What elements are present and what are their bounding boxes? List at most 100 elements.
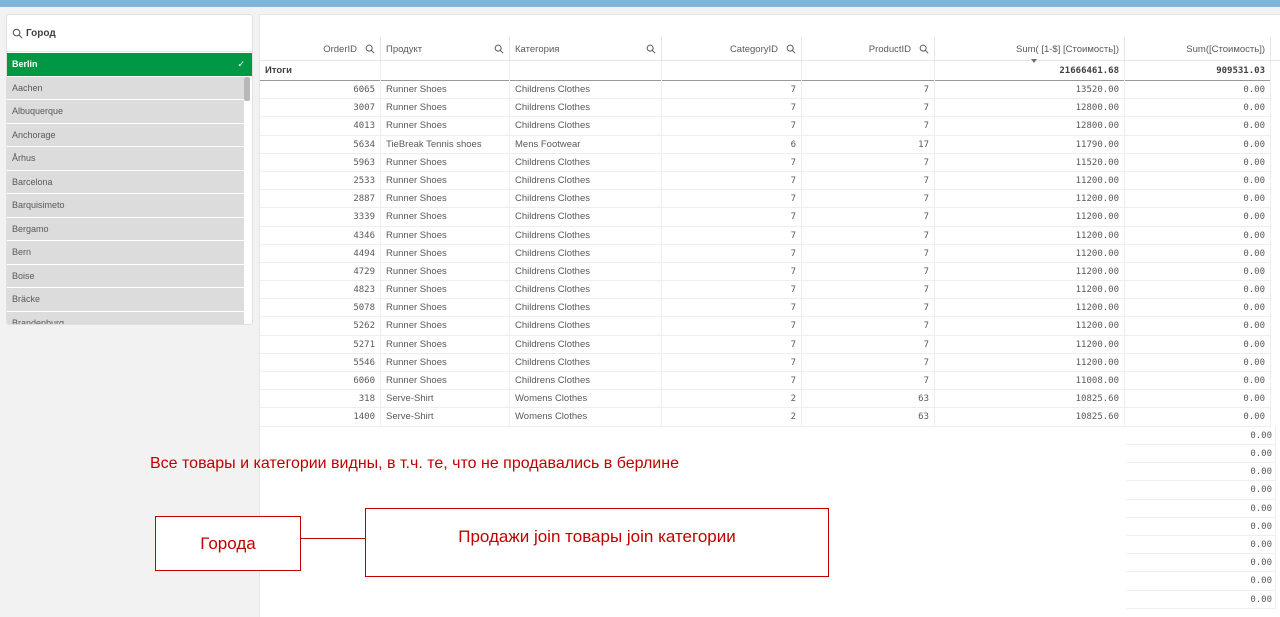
table-row[interactable]: 4013 Runner Shoes Childrens Clothes 7 7 12800… [260,117,1271,136]
table-cell: Childrens Clothes [510,317,662,336]
column-header[interactable]: Категория [510,37,662,61]
filter-item[interactable]: Boise [7,264,244,288]
table-cell: 7 [802,335,935,354]
table-cell: 4729 [260,262,381,281]
city-filter-title: Город [26,27,56,39]
filter-item[interactable]: Brandenburg [7,311,244,324]
column-header[interactable]: CategoryID [662,37,802,61]
city-filter-header[interactable]: Город [7,15,252,52]
filter-item[interactable]: Bräcke [7,288,244,312]
table-cell: 7 [802,372,935,390]
filter-item-label: Albuquerque [12,106,64,116]
city-filter-list[interactable]: Berlin ✓ Aachen Albuquerque Anchorage Århus Ba… [7,53,252,324]
table-cell: Runner Shoes [381,208,510,227]
column-header-label: Продукт [386,43,423,55]
table-cell: Childrens Clothes [510,353,662,372]
filter-item[interactable]: Aachen [7,76,244,100]
column-header[interactable]: Sum([Стоимость]) [1125,37,1271,61]
table-row[interactable]: 5262 Runner Shoes Childrens Clothes 7 7 11200… [260,317,1271,336]
table-row[interactable]: 5078 Runner Shoes Childrens Clothes 7 7 11200… [260,299,1271,318]
table-cell: 17 [802,135,935,154]
table-cell-obscured-row: 0.00 [1126,481,1276,500]
table-row[interactable]: 3007 Runner Shoes Childrens Clothes 7 7 12800… [260,99,1271,118]
column-header[interactable]: Sum( [1-$] [Стоимость]) [935,37,1125,61]
column-header[interactable]: ProductID [802,37,935,61]
table-cell: 7 [662,317,802,336]
totals-cell: 909531.03 [1125,61,1271,81]
table-cell: 0.00 [1125,262,1271,281]
table-row[interactable]: 4494 Runner Shoes Childrens Clothes 7 7 11200… [260,244,1271,263]
table-cell: TieBreak Tennis shoes [381,135,510,154]
filter-item[interactable]: Bern [7,241,244,265]
table-cell: 3339 [260,208,381,227]
table-cell: 4823 [260,281,381,300]
totals-cell [662,61,802,81]
table-cell: 6065 [260,81,381,99]
table-cell: 2 [662,408,802,427]
filter-item[interactable]: Barcelona [7,170,244,194]
filter-item[interactable]: Anchorage [7,123,244,147]
table-row[interactable]: 3339 Runner Shoes Childrens Clothes 7 7 11200… [260,208,1271,227]
table-cell: Runner Shoes [381,153,510,172]
table-cell: Runner Shoes [381,335,510,354]
table-cell: 7 [802,262,935,281]
filter-item[interactable]: Barquisimeto [7,194,244,218]
sort-descending-icon[interactable] [1031,59,1037,63]
table-row[interactable]: 5963 Runner Shoes Childrens Clothes 7 7 11520… [260,153,1271,172]
table-cell: 10825.60 [935,390,1125,409]
column-search-icon[interactable] [919,44,929,54]
table-cell: 0.00 [1125,171,1271,190]
table-cell: Childrens Clothes [510,299,662,318]
table-row[interactable]: 5271 Runner Shoes Childrens Clothes 7 7 11200… [260,335,1271,354]
table-cell: 7 [662,353,802,372]
table-cell: 0.00 [1125,190,1271,209]
table-cell: 7 [802,208,935,227]
table-cell: 4494 [260,244,381,263]
table-cell: 7 [802,117,935,136]
table-row[interactable]: 4346 Runner Shoes Childrens Clothes 7 7 11200… [260,226,1271,245]
table-row[interactable]: 5634 TieBreak Tennis shoes Mens Footwear 6 1… [260,135,1271,154]
filter-item[interactable]: Berlin ✓ [7,53,252,77]
table-cell: 0.00 [1125,372,1271,390]
table-cell: 7 [802,153,935,172]
table-cell: 7 [662,299,802,318]
column-search-icon[interactable] [365,44,375,54]
column-header-label: CategoryID [729,43,778,55]
table-cell: 5634 [260,135,381,154]
table-row[interactable]: 5546 Runner Shoes Childrens Clothes 7 7 11200… [260,353,1271,372]
table-cell: Runner Shoes [381,99,510,118]
filter-item[interactable]: Århus [7,147,244,171]
table-cell: 0.00 [1125,244,1271,263]
column-search-icon[interactable] [494,44,504,54]
column-header[interactable]: Продукт [381,37,510,61]
table-cell: 7 [662,81,802,99]
table-row[interactable]: 4823 Runner Shoes Childrens Clothes 7 7 11200… [260,281,1271,300]
table-row[interactable]: 1400 Serve-Shirt Womens Clothes 2 63 10825.60… [260,408,1271,427]
table-cell: Runner Shoes [381,281,510,300]
table-row[interactable]: 2887 Runner Shoes Childrens Clothes 7 7 11200… [260,190,1271,209]
filter-item-label: Bergamo [12,223,49,234]
column-header[interactable]: OrderID [260,37,381,61]
table-row[interactable]: 2533 Runner Shoes Childrens Clothes 7 7 11200… [260,171,1271,191]
filter-scrollbar[interactable] [244,77,250,101]
table-cell-obscured-row: 0.00 [1126,445,1276,464]
table-cell: Runner Shoes [381,190,510,209]
table-row[interactable]: 6060 Runner Shoes Childrens Clothes 7 7 11008… [260,372,1271,391]
table-cell-obscured-row: 0.00 [1126,517,1276,536]
table-cell: 5078 [260,299,381,318]
filter-item[interactable]: Bergamo [7,217,244,241]
table-row[interactable]: 4729 Runner Shoes Childrens Clothes 7 7 11200… [260,262,1271,282]
table-row[interactable]: 318 Serve-Shirt Womens Clothes 2 63 10825.60 0… [260,390,1271,409]
column-search-icon[interactable] [786,44,796,54]
table-cell: 7 [662,262,802,281]
table-cell: 7 [662,335,802,354]
table-cell: 7 [662,153,802,172]
column-header-label: Sum( [1-$] [Стоимость]) [1016,43,1119,55]
filter-item-label: Bräcke [12,294,41,304]
column-search-icon[interactable] [646,44,656,54]
filter-item-label: Århus [12,153,36,163]
table-cell: 11200.00 [935,317,1125,336]
table-cell: Childrens Clothes [510,99,662,118]
filter-item[interactable]: Albuquerque [7,100,244,124]
table-row[interactable]: 6065 Runner Shoes Childrens Clothes 7 7 13520… [260,81,1271,100]
